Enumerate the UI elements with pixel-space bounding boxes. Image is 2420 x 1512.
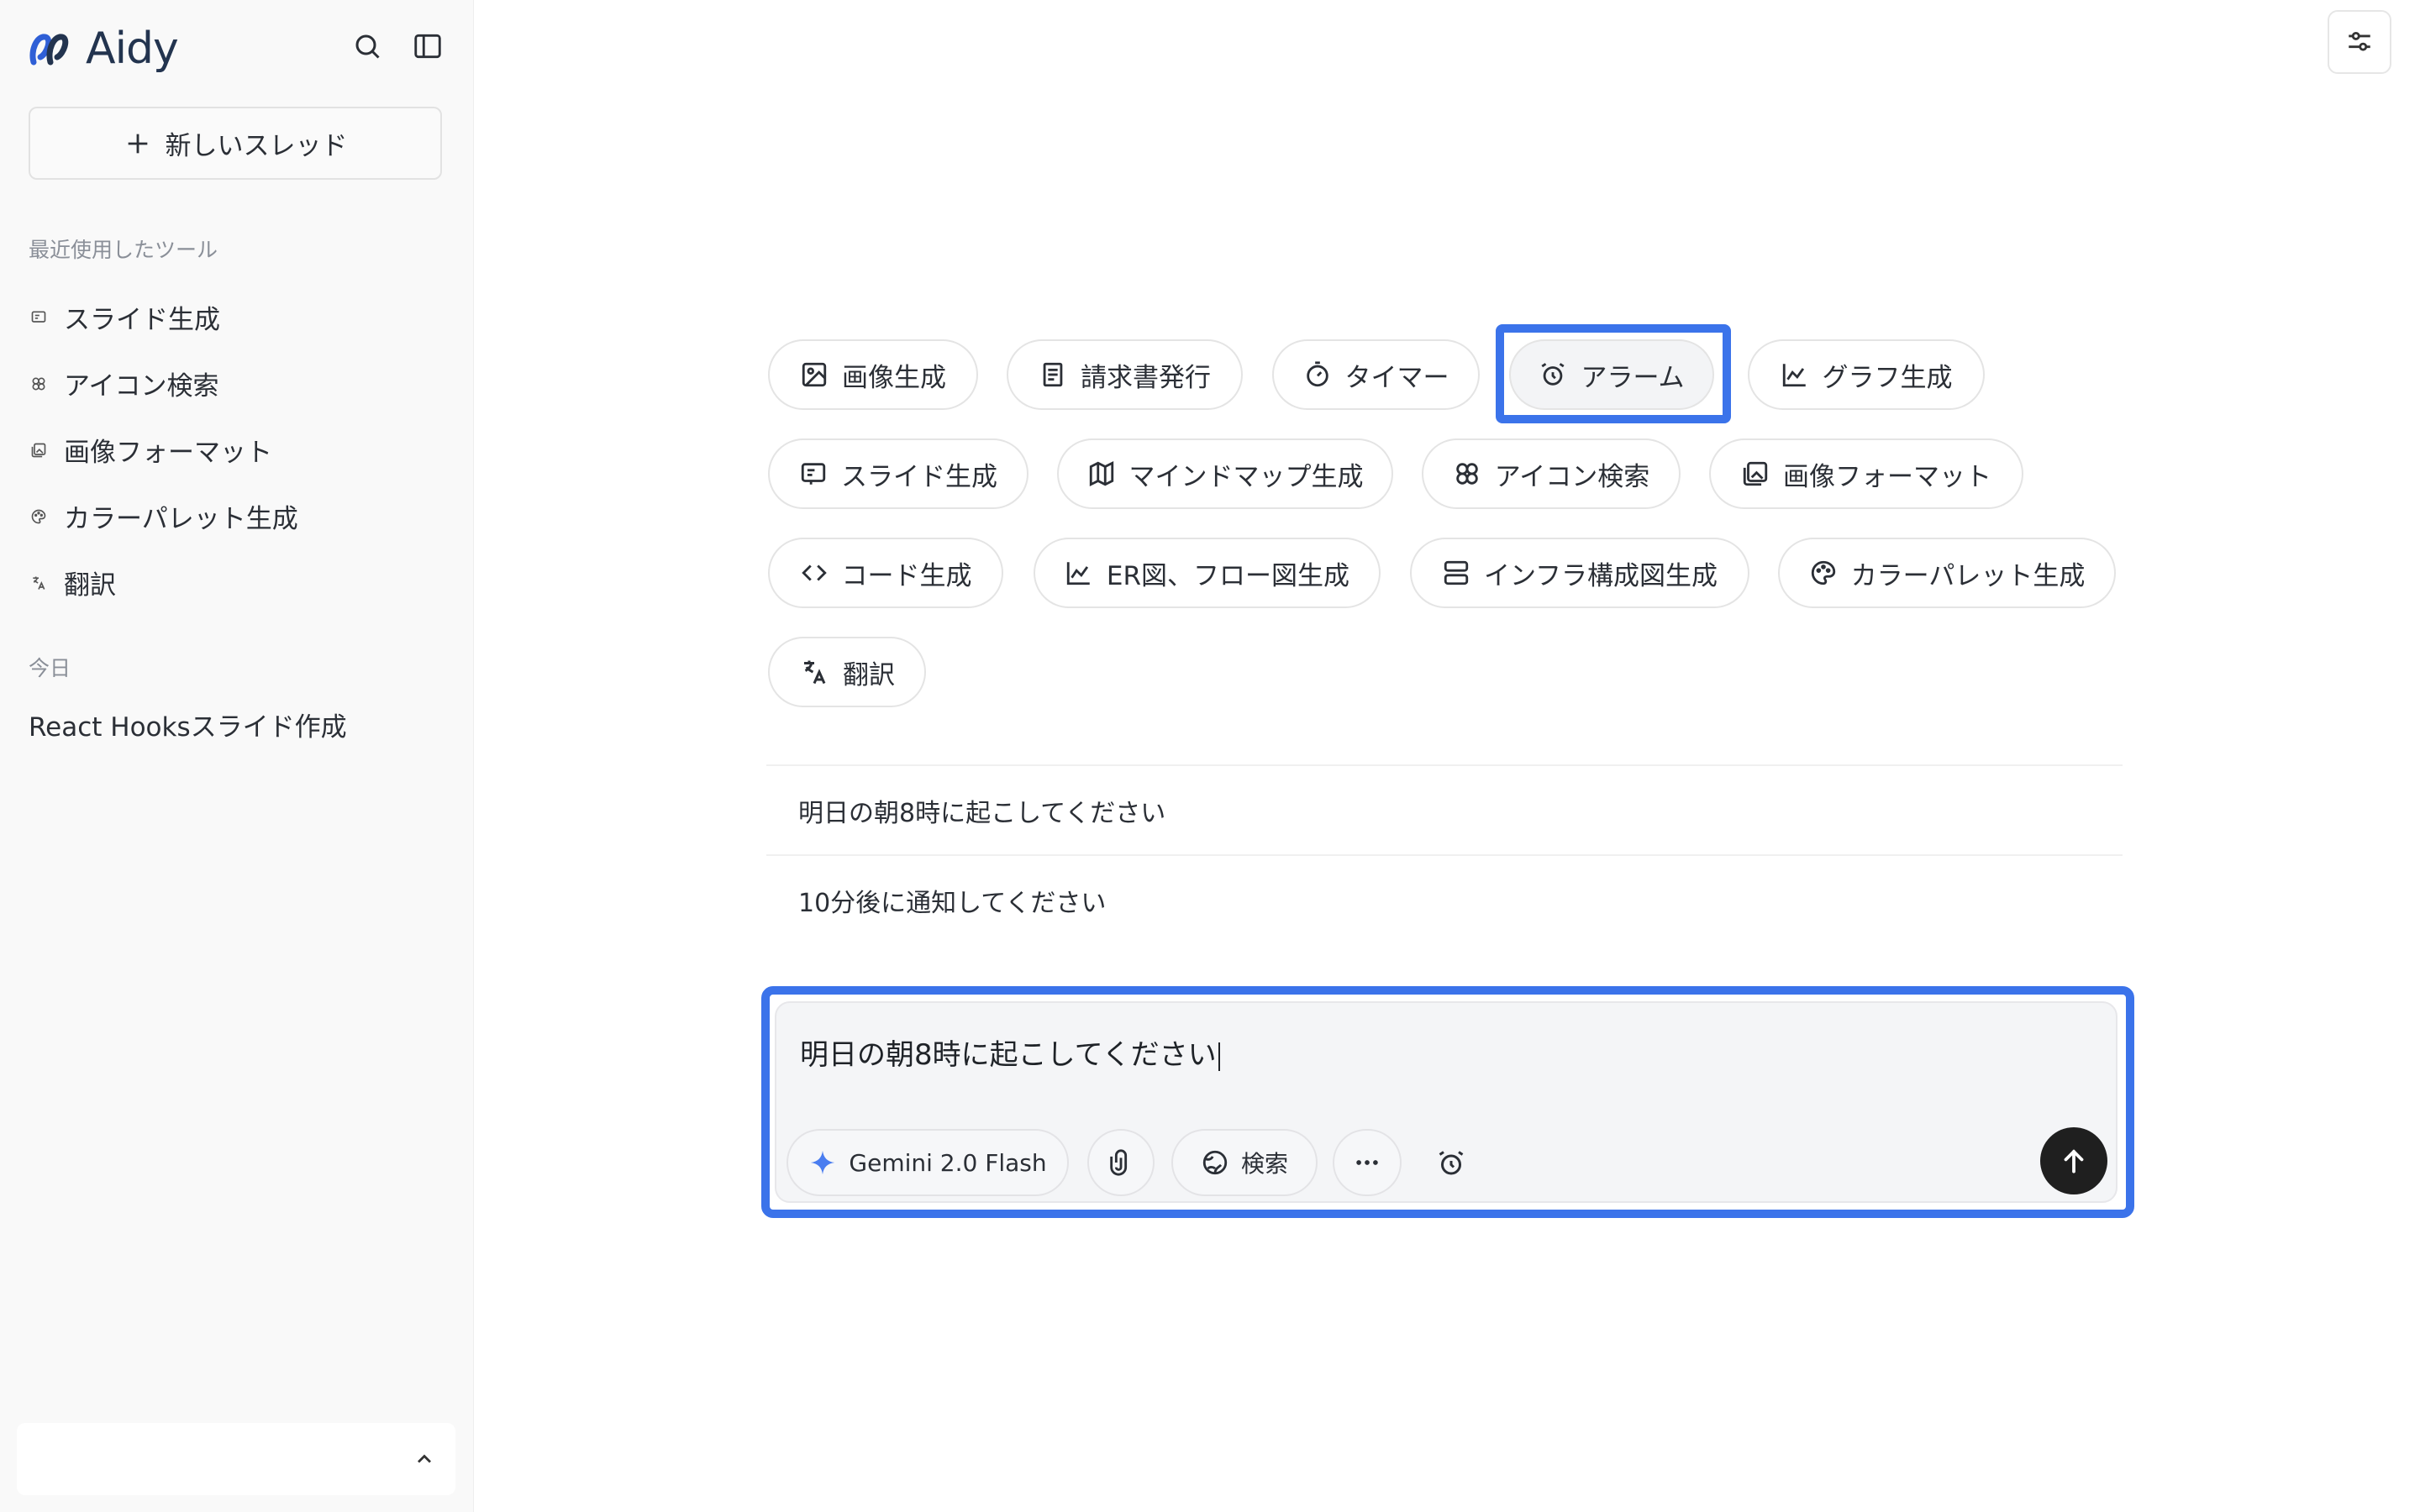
map-icon (1089, 460, 1113, 487)
settings-button[interactable] (2328, 10, 2391, 74)
icon-search-icon (29, 374, 49, 394)
tool-chip-mindmap[interactable]: マインドマップ生成 (1057, 438, 1393, 509)
sidebar-item-icon-search[interactable]: アイコン検索 (29, 350, 298, 417)
sidebar-panel-icon (414, 34, 441, 59)
sidebar-item-label: アイコン検索 (64, 371, 219, 402)
icon-search-icon (1456, 463, 1478, 485)
recent-tools-heading: 最近使用したツール (29, 238, 218, 262)
sidebar: Aidy 新しいスレッド 最近使用したツール スライド生成 アイコン検索 画像フ… (0, 0, 474, 1512)
message-input[interactable]: 明日の朝8時に起こしてください (800, 1032, 1220, 1073)
alarm-clock-icon (1439, 1151, 1464, 1175)
tool-chip-timer[interactable]: タイマー (1272, 339, 1480, 410)
tool-chip-er-flow[interactable]: ER図、フロー図生成 (1034, 538, 1381, 608)
tool-chip-label: インフラ構成図生成 (1483, 560, 1718, 591)
suggestion-list: 明日の朝8時に起こしてください 10分後に通知してください (766, 764, 2123, 944)
sidebar-item-slide[interactable]: スライド生成 (29, 284, 298, 350)
sidebar-item-label: 翻訳 (64, 570, 116, 601)
brand-name: Aidy (86, 24, 179, 74)
tool-chip-image-generate[interactable]: 画像生成 (768, 339, 978, 410)
chevron-up-icon[interactable] (408, 1443, 440, 1475)
globe-icon (1202, 1150, 1228, 1175)
suggestion-item[interactable]: 明日の朝8時に起こしてください (766, 764, 2123, 854)
alarm-clock-icon (1541, 363, 1565, 386)
new-thread-button[interactable]: 新しいスレッド (29, 107, 442, 180)
slide-icon (801, 463, 826, 485)
chart-icon (1066, 562, 1090, 585)
tool-chip-alarm[interactable]: アラーム (1509, 339, 1714, 410)
tool-chip-code[interactable]: コード生成 (768, 538, 1003, 608)
tool-chip-label: コード生成 (841, 560, 972, 591)
model-label: Gemini 2.0 Flash (849, 1148, 1047, 1177)
search-icon (355, 34, 380, 59)
tool-chip-label: アイコン検索 (1494, 461, 1650, 492)
today-heading: 今日 (29, 656, 71, 680)
model-selector-button[interactable]: Gemini 2.0 Flash (786, 1129, 1069, 1196)
paperclip-icon (1110, 1149, 1128, 1176)
tool-chip-label: 請求書発行 (1081, 362, 1211, 393)
arrow-up-icon (2064, 1149, 2084, 1173)
translate-icon (29, 573, 49, 593)
send-button[interactable] (2040, 1127, 2107, 1194)
slide-icon (29, 307, 49, 328)
search-button[interactable] (346, 25, 388, 67)
sidebar-item-image-format[interactable]: 画像フォーマット (29, 417, 298, 483)
timer-icon (1306, 361, 1328, 387)
tool-chip-translate[interactable]: 翻訳 (768, 637, 926, 707)
history-item[interactable]: React Hooksスライド作成 (29, 706, 347, 743)
tool-chip-label: タイマー (1344, 362, 1449, 393)
gemini-sparkle-icon (811, 1150, 835, 1175)
image-format-icon (29, 440, 49, 460)
search-label: 検索 (1240, 1150, 1288, 1178)
sidebar-item-label: スライド生成 (64, 305, 220, 335)
sidebar-item-label: カラーパレット生成 (64, 504, 298, 534)
brand[interactable]: Aidy (29, 24, 179, 74)
tool-chip-palette[interactable]: カラーパレット生成 (1778, 538, 2116, 608)
sidebar-toggle-button[interactable] (407, 25, 449, 67)
tool-chip-label: 画像フォーマット (1783, 461, 1991, 492)
tool-chip-label: グラフ生成 (1822, 362, 1953, 393)
tool-chip-image-format[interactable]: 画像フォーマット (1709, 438, 2023, 509)
alarm-tool-button[interactable] (1432, 1144, 1470, 1183)
palette-icon (1811, 560, 1835, 585)
tool-chip-graph[interactable]: グラフ生成 (1748, 339, 1985, 410)
tool-chip-label: カラーパレット生成 (1850, 560, 2086, 591)
tool-chip-label: スライド生成 (841, 461, 997, 492)
tool-chip-label: アラーム (1581, 362, 1685, 393)
tool-chip-slide[interactable]: スライド生成 (768, 438, 1028, 509)
sidebar-item-translate[interactable]: 翻訳 (29, 549, 298, 616)
image-format-icon (1743, 461, 1768, 486)
plus-icon (128, 134, 147, 153)
text-caret (1218, 1042, 1220, 1071)
code-icon (801, 564, 827, 581)
translate-icon (804, 660, 826, 685)
search-toggle-button[interactable]: 検索 (1171, 1129, 1318, 1196)
tool-chip-infra[interactable]: インフラ構成図生成 (1410, 538, 1749, 608)
sidebar-item-label: 画像フォーマット (64, 438, 272, 468)
attach-button[interactable] (1087, 1129, 1155, 1196)
recent-tools-list: スライド生成 アイコン検索 画像フォーマット カラーパレット生成 翻訳 (29, 284, 298, 616)
chart-icon (1782, 364, 1806, 387)
app-root: Aidy 新しいスレッド 最近使用したツール スライド生成 アイコン検索 画像フ… (0, 0, 2420, 1512)
composer: 明日の朝8時に起こしてください Gemini 2.0 Flash 検索 (775, 1001, 2118, 1203)
tool-chip-label: 翻訳 (843, 659, 895, 690)
server-icon (1444, 560, 1469, 585)
tool-chip-label: 画像生成 (842, 362, 946, 393)
message-input-text: 明日の朝8時に起こしてください (800, 1038, 1217, 1072)
new-thread-label: 新しいスレッド (165, 131, 348, 161)
tool-chip-label: マインドマップ生成 (1128, 461, 1364, 492)
sidebar-item-palette[interactable]: カラーパレット生成 (29, 483, 298, 549)
palette-icon (29, 507, 49, 527)
document-icon (1043, 362, 1063, 387)
aidy-logo-icon (29, 29, 76, 69)
account-bar[interactable] (17, 1423, 455, 1495)
more-options-button[interactable] (1333, 1129, 1402, 1196)
tool-chip-icon-search[interactable]: アイコン検索 (1422, 438, 1681, 509)
tool-chip-label: ER図、フロー図生成 (1106, 560, 1350, 591)
suggestion-item[interactable]: 10分後に通知してください (766, 854, 2123, 944)
more-horizontal-icon (1356, 1160, 1378, 1165)
sliders-icon (2349, 31, 2370, 51)
image-icon (802, 362, 827, 387)
tool-chip-invoice[interactable]: 請求書発行 (1007, 339, 1243, 410)
